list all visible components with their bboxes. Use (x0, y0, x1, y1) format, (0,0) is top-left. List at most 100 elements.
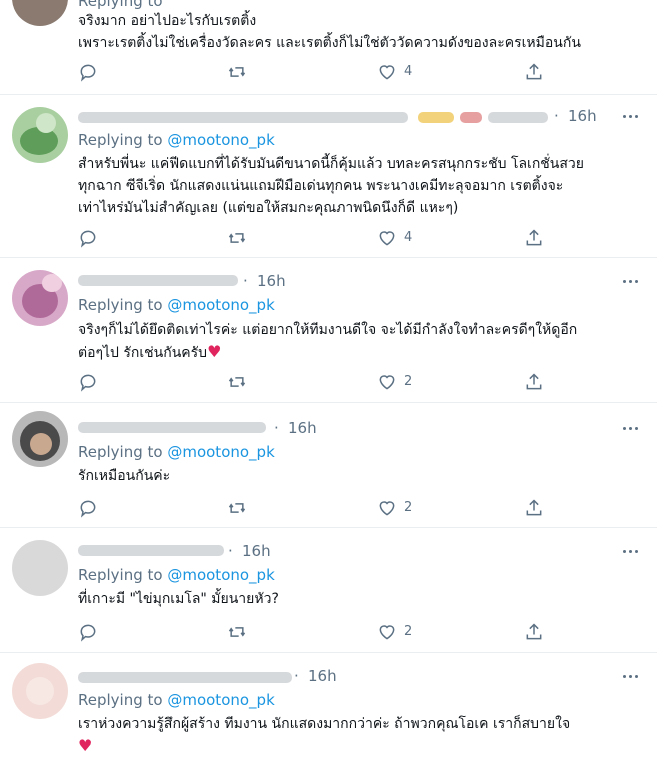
more-button[interactable] (623, 675, 639, 679)
handle-link[interactable]: @mootono_pk (167, 566, 274, 584)
action-bar: 2 (78, 622, 558, 642)
reply-button[interactable] (78, 372, 98, 392)
replying-to: Replying to @mootono_pk (78, 131, 275, 149)
timestamp[interactable]: 16h (568, 107, 597, 125)
retweet-icon (228, 377, 246, 387)
share-button[interactable] (524, 228, 544, 248)
tweet[interactable]: · 16h Replying to @mootono_pk ที่เกาะมี … (0, 528, 657, 653)
like-icon (379, 231, 395, 246)
share-icon (526, 229, 542, 246)
tweet[interactable]: Replying to จริงมาก อย่าไปอะไรกับเรตติ้ง… (0, 0, 657, 95)
share-button[interactable] (524, 622, 544, 642)
tweet-text: ที่เกาะมี "ไข่มุกเมโล" มั้ยนายหัว? (78, 591, 279, 607)
more-button[interactable] (623, 280, 639, 284)
replying-prefix: Replying to (78, 296, 168, 314)
like-count: 4 (404, 230, 413, 245)
action-bar: 2 (78, 372, 558, 392)
separator-dot: · (228, 542, 233, 560)
tweet[interactable]: · 16h Replying to @mootono_pk จริงๆก็ไม่… (0, 258, 657, 403)
replying-prefix: Replying to (78, 566, 168, 584)
reply-icon (80, 500, 96, 518)
avatar[interactable] (12, 107, 68, 163)
tweet-text: เราห่วงความรู้สึกผู้สร้าง ทีมงาน นักแสดง… (78, 716, 571, 755)
retweet-button[interactable] (226, 622, 248, 642)
avatar[interactable] (12, 663, 68, 719)
tweet[interactable]: · 16h Replying to @mootono_pk สำหรับพี่น… (0, 95, 657, 258)
avatar[interactable] (12, 0, 68, 26)
share-button[interactable] (524, 498, 544, 518)
share-button[interactable] (524, 62, 544, 82)
like-button[interactable]: 4 (376, 228, 412, 248)
reply-button[interactable] (78, 622, 98, 642)
timestamp[interactable]: 16h (308, 667, 337, 685)
like-button[interactable]: 4 (376, 62, 412, 82)
avatar[interactable] (12, 411, 68, 467)
separator-dot: · (243, 272, 248, 290)
handle-link[interactable]: @mootono_pk (167, 691, 274, 709)
share-icon (526, 63, 542, 80)
tweet[interactable]: · 16h Replying to @mootono_pk รักเหมือนก… (0, 403, 657, 528)
timestamp[interactable]: 16h (242, 542, 271, 560)
reply-button[interactable] (78, 228, 98, 248)
like-button[interactable]: 2 (376, 498, 412, 518)
action-bar: 4 (78, 228, 558, 248)
avatar[interactable] (12, 540, 68, 596)
retweet-button[interactable] (226, 372, 248, 392)
tweet-text: รักเหมือนกันค่ะ (78, 468, 171, 484)
like-icon (379, 501, 395, 516)
timestamp[interactable]: 16h (257, 272, 286, 290)
more-button[interactable] (623, 550, 639, 554)
reply-button[interactable] (78, 62, 98, 82)
handle-link[interactable]: @mootono_pk (167, 443, 274, 461)
retweet-button[interactable] (226, 62, 248, 82)
replying-prefix: Replying to (78, 0, 163, 10)
tweet-text: สำหรับพี่นะ แค่ฟีดแบกที่ได้รับมันดีขนาดน… (78, 156, 584, 216)
replying-prefix: Replying to (78, 443, 168, 461)
share-icon (526, 499, 542, 516)
reply-icon (80, 230, 96, 248)
separator-dot: · (274, 419, 279, 437)
avatar[interactable] (12, 270, 68, 326)
more-button[interactable] (623, 115, 639, 119)
like-button[interactable]: 2 (376, 372, 412, 392)
like-count: 2 (404, 500, 413, 515)
replying-to: Replying to @mootono_pk (78, 443, 275, 461)
timestamp[interactable]: 16h (288, 419, 317, 437)
replying-to: Replying to @mootono_pk (78, 566, 275, 584)
action-bar: 4 (78, 62, 558, 82)
like-count: 4 (404, 64, 413, 79)
like-count: 2 (404, 374, 413, 389)
retweet-icon (228, 67, 246, 77)
like-icon (379, 625, 395, 640)
tweet[interactable]: · 16h Replying to @mootono_pk เราห่วงควา… (0, 653, 657, 755)
replying-to: Replying to @mootono_pk (78, 691, 275, 709)
handle-link[interactable]: @mootono_pk (167, 296, 274, 314)
replying-to: Replying to @mootono_pk (78, 296, 275, 314)
replying-prefix: Replying to (78, 691, 168, 709)
like-icon (379, 375, 395, 390)
retweet-button[interactable] (226, 498, 248, 518)
like-icon (379, 65, 395, 80)
like-count: 2 (404, 624, 413, 639)
retweet-icon (228, 503, 246, 513)
separator-dot: · (554, 107, 559, 125)
share-button[interactable] (524, 372, 544, 392)
retweet-icon (228, 627, 246, 637)
reply-icon (80, 64, 96, 82)
reply-icon (80, 374, 96, 392)
more-button[interactable] (623, 427, 639, 431)
replying-to: Replying to (78, 0, 163, 10)
retweet-icon (228, 233, 246, 243)
tweet-text: จริงๆก็ไม่ได้ยึดติดเท่าไรค่ะ แต่อยากให้ท… (78, 322, 578, 361)
heart-emoji: ♥ (78, 736, 93, 755)
like-button[interactable]: 2 (376, 622, 412, 642)
handle-link[interactable]: @mootono_pk (167, 131, 274, 149)
share-icon (526, 373, 542, 390)
retweet-button[interactable] (226, 228, 248, 248)
heart-emoji: ♥ (207, 342, 222, 361)
share-icon (526, 623, 542, 640)
reply-button[interactable] (78, 498, 98, 518)
action-bar: 2 (78, 498, 558, 518)
separator-dot: · (294, 667, 299, 685)
tweet-text: จริงมาก อย่าไปอะไรกับเรตติ้ง เพราะเรตติ้… (78, 13, 581, 51)
